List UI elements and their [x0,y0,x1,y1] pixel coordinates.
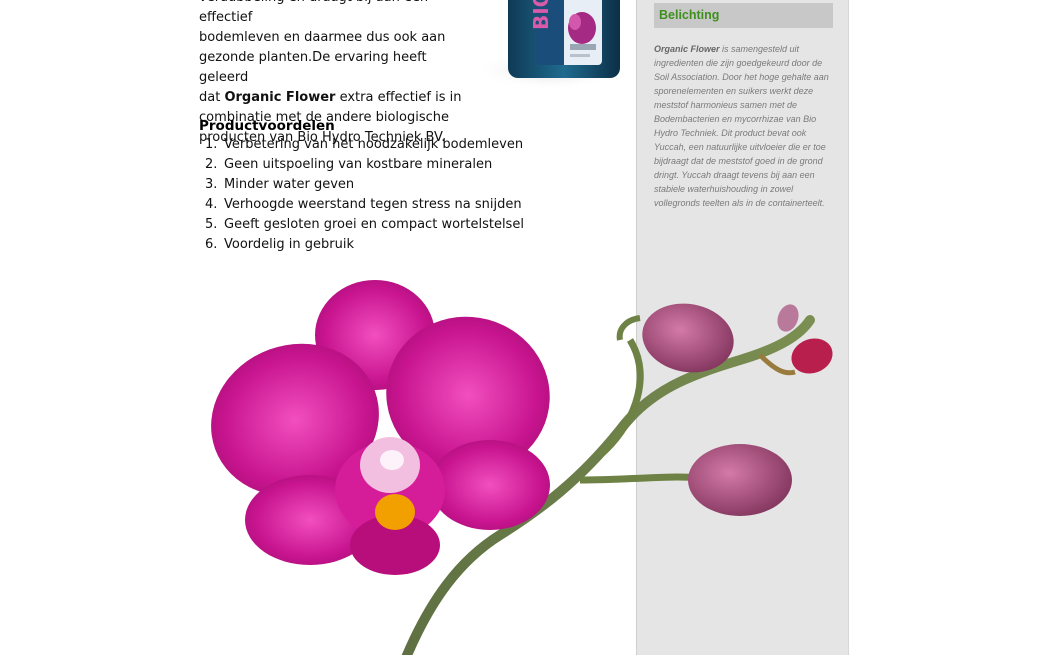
product-name: Organic Flower [224,90,336,105]
list-number: 4. [205,197,218,212]
benefits-list: 1. Verbetering van het noodzakelijk bodem… [205,135,524,255]
svg-text:BIO: BIO [529,0,553,30]
list-text: Geen uitspoeling van kostbare mineralen [224,157,493,172]
intro-text: dat [199,90,225,105]
list-text: Verhoogde weerstand tegen stress na snij… [224,197,522,212]
list-item: 5. Geeft gesloten groei en compact wortel… [205,215,524,235]
list-text: Minder water geven [224,177,355,192]
list-item: 4. Verhoogde weerstand tegen stress na sn… [205,195,524,215]
sidebar-heading-bar: Belichting [654,3,833,28]
sidebar-heading: Belichting [659,8,720,22]
intro-line: dat Organic Flower extra effectief is in [199,88,464,108]
list-number: 6. [205,237,218,252]
list-text: Verbetering van het noodzakelijk bodemle… [224,137,524,152]
list-item: 3. Minder water geven [205,175,524,195]
list-item: 1. Verbetering van het noodzakelijk bodem… [205,135,524,155]
sidebar-product-name: Organic Flower [654,44,720,54]
product-bottle-image: BIO [475,0,625,90]
list-text: Geeft gesloten groei en compact wortelst… [224,217,524,232]
intro-line: verdubbeling en draagt bij aan een effec… [199,0,428,25]
list-text: Voordelig in gebruik [224,237,354,252]
orchid-flower-image [211,280,833,655]
list-item: 2. Geen uitspoeling van kostbare minerale… [205,155,524,175]
list-item: 6. Voordelig in gebruik [205,235,524,255]
list-number: 3. [205,177,218,192]
sidebar-description: Organic Flower is samengesteld uit ingre… [654,42,834,210]
intro-line: gezonde planten.De ervaring heeft geleer… [199,50,427,85]
benefits-title: Productvoordelen [199,118,335,134]
intro-text: extra effectief is in [335,90,462,105]
intro-line: bodemleven en daarmee dus ook aan [199,30,446,45]
sidebar-body-text: is samengesteld uit ingredienten die zij… [654,44,829,208]
list-number: 1. [205,137,218,152]
list-number: 5. [205,217,218,232]
list-number: 2. [205,157,218,172]
